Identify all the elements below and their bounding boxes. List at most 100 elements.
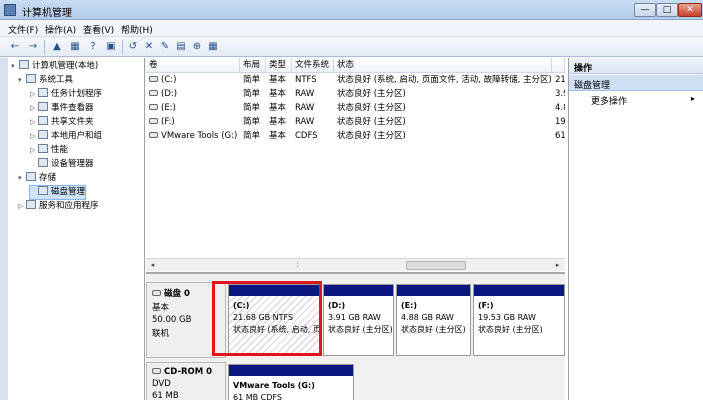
tree-item-event-viewer[interactable]: ▷ 事件查看器 — [30, 102, 94, 115]
column-header-volume[interactable]: 卷 — [146, 58, 240, 73]
tree-item-performance[interactable]: ▷ 性能 — [30, 144, 68, 157]
open-folder-icon[interactable]: ▤ — [174, 40, 188, 54]
disk-icon[interactable]: ▦ — [206, 40, 220, 54]
scroll-left-icon[interactable]: ◂ — [147, 260, 158, 271]
column-header-layout[interactable]: 布局 — [240, 58, 266, 73]
tree-item-shared-folders[interactable]: ▷ 共享文件夹 — [30, 116, 94, 129]
menu-action[interactable]: 操作(A) — [45, 23, 76, 36]
hard-disk-icon — [152, 290, 161, 296]
delete-icon[interactable]: ✕ — [142, 40, 156, 54]
partition-e[interactable]: (E:) 4.88 GB RAW 状态良好 (主分区) — [396, 284, 471, 356]
up-folder-icon[interactable]: ▲ — [50, 40, 64, 54]
menu-view[interactable]: 查看(V) — [83, 23, 114, 36]
highlight-annotation — [212, 281, 322, 356]
scroll-thumb[interactable] — [406, 261, 466, 270]
expand-arrow-icon[interactable]: ▷ — [30, 88, 38, 101]
tree-item-label: 计算机管理(本地) — [32, 61, 99, 71]
disk-graphical-view: 磁盘 0 基本 50.00 GB 联机 (C:) 21.68 GB NTFS 状… — [146, 272, 565, 400]
volume-layout: 简单 — [243, 75, 261, 85]
properties-icon[interactable]: ▣ — [104, 40, 118, 54]
tree-item-storage[interactable]: ▾ 存储 — [18, 172, 56, 185]
tree-item-task-scheduler[interactable]: ▷ 任务计划程序 — [30, 88, 102, 101]
disk-name-text: CD-ROM 0 — [164, 367, 213, 377]
services-icon — [26, 200, 36, 209]
expand-arrow-icon[interactable]: ▷ — [30, 144, 38, 157]
disk-name-text: 磁盘 0 — [164, 289, 190, 299]
title-bar: 计算机管理 — □ ✕ — [0, 0, 703, 20]
collapse-arrow-icon[interactable]: ▾ — [18, 172, 26, 185]
disk-type: DVD — [152, 379, 171, 389]
back-icon[interactable]: ← — [8, 40, 22, 54]
drive-icon — [149, 104, 158, 110]
volume-name-text: (C:) — [161, 75, 177, 85]
expand-arrow-icon[interactable]: ▷ — [30, 116, 38, 129]
tree-item-label: 事件查看器 — [51, 103, 94, 113]
forward-icon[interactable]: → — [26, 40, 40, 54]
help-icon[interactable]: ? — [86, 40, 100, 54]
tree-item-computer-management[interactable]: ▾ 计算机管理(本地) — [11, 60, 98, 73]
tree-item-label: 性能 — [51, 145, 69, 155]
volume-filesystem: CDFS — [295, 131, 318, 141]
search-icon[interactable]: ⊕ — [190, 40, 204, 54]
shared-folder-icon — [38, 116, 48, 125]
volume-filesystem: NTFS — [295, 75, 317, 85]
storage-icon — [26, 172, 36, 181]
tree-item-label: 系统工具 — [39, 75, 74, 85]
drive-icon — [149, 90, 158, 96]
collapse-arrow-icon[interactable]: ▾ — [11, 60, 19, 73]
computer-management-icon — [4, 4, 16, 16]
table-row[interactable]: (C:) 简单 基本 NTFS 状态良好 (系统, 启动, 页面文件, 活动, … — [146, 74, 565, 87]
partition-letter: (E:) — [401, 301, 417, 310]
partition-d[interactable]: (D:) 3.91 GB RAW 状态良好 (主分区) — [323, 284, 394, 356]
menu-file[interactable]: 文件(F) — [8, 23, 38, 36]
partition-status: 状态良好 (主分区) — [401, 325, 466, 334]
volume-filesystem: RAW — [295, 89, 315, 99]
expand-arrow-icon[interactable]: ▷ — [30, 102, 38, 115]
partition-size: 61 MB CDFS — [233, 393, 282, 400]
minimize-button[interactable]: — — [634, 3, 656, 17]
volume-name: (D:) — [149, 88, 239, 101]
expand-arrow-icon[interactable]: ▷ — [18, 200, 26, 213]
volume-capacity: 21 — [555, 75, 565, 85]
actions-section-disk-management[interactable]: 磁盘管理 — [569, 75, 703, 91]
table-row[interactable]: (D:) 简单 基本 RAW 状态良好 (主分区) 3.9 — [146, 88, 565, 101]
refresh-icon[interactable]: ↺ — [126, 40, 140, 54]
column-header-filesystem[interactable]: 文件系统 — [292, 58, 334, 73]
disk-name: CD-ROM 0 — [152, 367, 220, 377]
table-row[interactable]: (E:) 简单 基本 RAW 状态良好 (主分区) 4.8 — [146, 102, 565, 115]
maximize-button[interactable]: □ — [656, 3, 678, 17]
volume-name: (F:) — [149, 116, 239, 129]
volume-layout: 简单 — [243, 103, 261, 113]
expand-arrow-icon[interactable]: ▷ — [30, 130, 38, 143]
partition-f[interactable]: (F:) 19.53 GB RAW 状态良好 (主分区) — [473, 284, 565, 356]
edit-icon[interactable]: ✎ — [158, 40, 172, 54]
volume-capacity: 4.8 — [555, 103, 565, 113]
chevron-right-icon: ▸ — [690, 94, 695, 103]
column-header-capacity[interactable] — [552, 58, 565, 73]
partition-g[interactable]: VMware Tools (G:) 61 MB CDFS — [228, 364, 354, 400]
partition-letter: (F:) — [478, 301, 494, 310]
tree-item-system-tools[interactable]: ▾ 系统工具 — [18, 74, 73, 87]
close-button[interactable]: ✕ — [678, 3, 702, 17]
tree-item-disk-management[interactable]: 磁盘管理 — [28, 185, 87, 200]
column-header-status[interactable]: 状态 — [334, 58, 552, 73]
collapse-arrow-icon[interactable]: ▾ — [18, 74, 26, 87]
partition-size: 4.88 GB RAW — [401, 313, 454, 322]
table-row[interactable]: VMware Tools (G:) 简单 基本 CDFS 状态良好 (主分区) … — [146, 130, 565, 143]
tree-item-device-manager[interactable]: 设备管理器 — [30, 158, 94, 171]
column-header-type[interactable]: 类型 — [266, 58, 292, 73]
more-actions-link[interactable]: 更多操作 ▸ — [591, 94, 701, 107]
volume-status: 状态良好 (主分区) — [337, 117, 406, 127]
scroll-right-icon[interactable]: ▸ — [552, 260, 563, 271]
tree-item-services-applications[interactable]: ▷ 服务和应用程序 — [18, 200, 99, 213]
table-row[interactable]: (F:) 简单 基本 RAW 状态良好 (主分区) 19 — [146, 116, 565, 129]
horizontal-scrollbar[interactable]: ◂ ⦙ ▸ — [146, 258, 565, 271]
menu-help[interactable]: 帮助(H) — [121, 23, 153, 36]
tree-item-local-users[interactable]: ▷ 本地用户和组 — [30, 130, 102, 143]
tools-icon — [26, 74, 36, 83]
tree-item-label: 本地用户和组 — [51, 131, 103, 141]
volume-list: 卷 布局 类型 文件系统 状态 (C:) 简单 基本 NTFS 状态良好 (系统… — [146, 58, 565, 258]
show-hide-tree-icon[interactable]: ▦ — [68, 40, 82, 54]
cdrom-0-label[interactable]: CD-ROM 0 DVD 61 MB — [146, 362, 226, 400]
tree-item-label: 任务计划程序 — [51, 89, 103, 99]
